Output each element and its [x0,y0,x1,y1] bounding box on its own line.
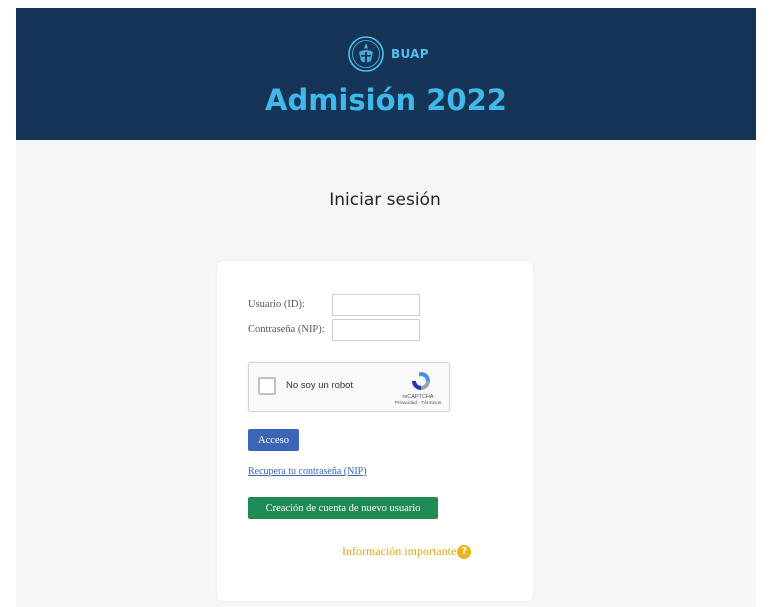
login-heading: Iniciar sesión [329,190,441,210]
user-id-label: Usuario (ID): [248,299,305,310]
user-id-input[interactable] [332,294,420,316]
recaptcha-checkbox[interactable] [258,377,276,395]
password-input[interactable] [332,319,420,341]
login-button[interactable]: Acceso [248,429,299,451]
recaptcha-label: No soy un robot [286,380,354,391]
brand-logo: BUAP [347,35,429,73]
important-info-link[interactable]: Información importante ? [342,544,472,559]
brand-name: BUAP [391,47,429,61]
recaptcha-brand: reCAPTCHA [402,394,434,400]
create-account-button[interactable]: Creación de cuenta de nuevo usuario [248,497,438,519]
recaptcha-privacy-links[interactable]: Privacidad - Términos [387,401,449,407]
site-header: BUAP Admisión 2022 [16,8,756,140]
login-card: Usuario (ID): Contraseña (NIP): No soy u… [217,261,533,601]
buap-emblem-icon [348,36,384,72]
password-label: Contraseña (NIP): [248,324,325,335]
admission-login-page: BUAP Admisión 2022 Iniciar sesión Usuari… [0,0,770,607]
page-title: Admisión 2022 [265,83,507,117]
recover-password-link[interactable]: Recupera tu contraseña (NIP) [248,466,367,477]
recaptcha-widget: No soy un robot reCAPTCHA Privacidad - T… [248,362,450,412]
important-info-label: Información importante [342,544,457,558]
question-circle-icon: ? [457,544,472,559]
recaptcha-logo-icon [412,372,430,390]
